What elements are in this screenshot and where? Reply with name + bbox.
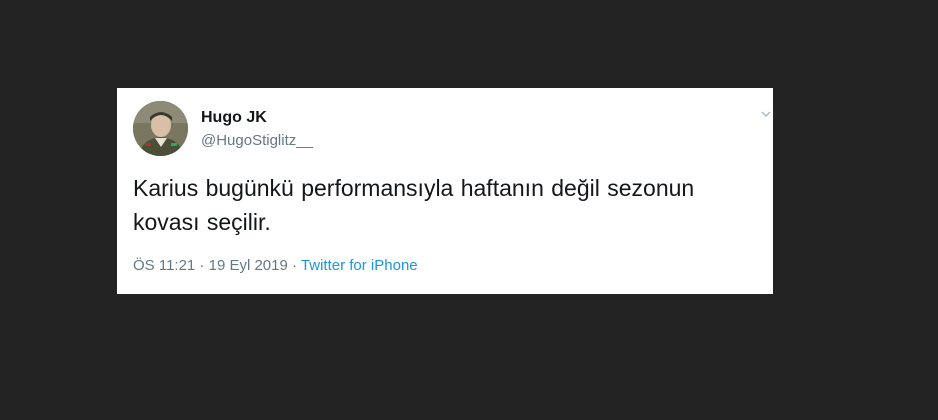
chevron-down-icon[interactable]: [761, 106, 771, 118]
tweet-card: Hugo JK @HugoStiglitz__ Karius bugünkü p…: [117, 88, 773, 294]
meta-separator: ·: [195, 257, 209, 274]
tweet-meta: ÖS 11:21 · 19 Eyl 2019 · Twitter for iPh…: [133, 257, 418, 275]
screenshot-background: Hugo JK @HugoStiglitz__ Karius bugünkü p…: [0, 0, 938, 420]
tweet-time[interactable]: ÖS 11:21: [133, 257, 195, 274]
meta-separator: ·: [287, 257, 301, 274]
display-name[interactable]: Hugo JK: [201, 109, 267, 127]
tweet-date[interactable]: 19 Eyl 2019: [209, 257, 288, 274]
tweet-source-link[interactable]: Twitter for iPhone: [301, 257, 418, 274]
avatar[interactable]: [133, 101, 188, 156]
avatar-image: [133, 101, 188, 156]
tweet-text: Karius bugünkü performansıyla haftanın d…: [133, 175, 695, 235]
user-handle[interactable]: @HugoStiglitz__: [201, 132, 313, 150]
